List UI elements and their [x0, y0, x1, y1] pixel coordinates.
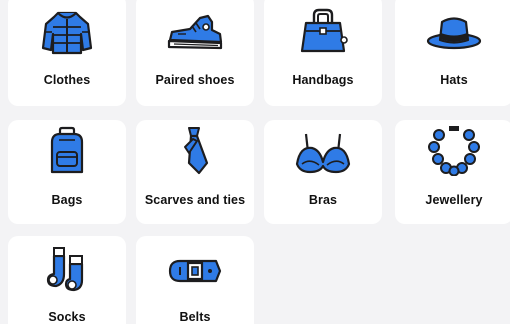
- category-label: Bags: [51, 193, 83, 207]
- category-card-belts[interactable]: Belts: [136, 236, 254, 324]
- category-label: Belts: [179, 310, 211, 324]
- category-card-clothes[interactable]: Clothes: [8, 0, 126, 106]
- category-card-bags[interactable]: Bags: [8, 120, 126, 224]
- category-card-handbags[interactable]: Handbags: [264, 0, 382, 106]
- tie-icon: [167, 126, 223, 176]
- category-label: Jewellery: [425, 193, 483, 207]
- hat-icon: [424, 8, 484, 58]
- socks-icon: [39, 242, 95, 292]
- category-card-socks[interactable]: Socks: [8, 236, 126, 324]
- category-card-jewellery[interactable]: Jewellery: [395, 120, 510, 224]
- category-label: Scarves and ties: [144, 193, 246, 207]
- belt-icon: [165, 246, 225, 296]
- category-label: Paired shoes: [155, 73, 235, 87]
- category-grid: Clothes Paired shoes Handbags Hats Bags …: [0, 0, 510, 324]
- category-label: Socks: [48, 310, 86, 324]
- necklace-icon: [426, 125, 482, 176]
- category-card-hats[interactable]: Hats: [395, 0, 510, 106]
- category-card-scarves-and-ties[interactable]: Scarves and ties: [136, 120, 254, 224]
- handbag-icon: [295, 6, 351, 56]
- bra-icon: [293, 128, 353, 178]
- jacket-icon: [39, 8, 95, 58]
- backpack-icon: [39, 126, 95, 176]
- category-card-paired-shoes[interactable]: Paired shoes: [136, 0, 254, 106]
- category-card-bras[interactable]: Bras: [264, 120, 382, 224]
- category-label: Hats: [440, 73, 468, 87]
- category-label: Handbags: [292, 73, 354, 87]
- category-label: Bras: [308, 193, 338, 207]
- category-label: Clothes: [43, 73, 91, 87]
- sneaker-icon: [165, 8, 225, 58]
